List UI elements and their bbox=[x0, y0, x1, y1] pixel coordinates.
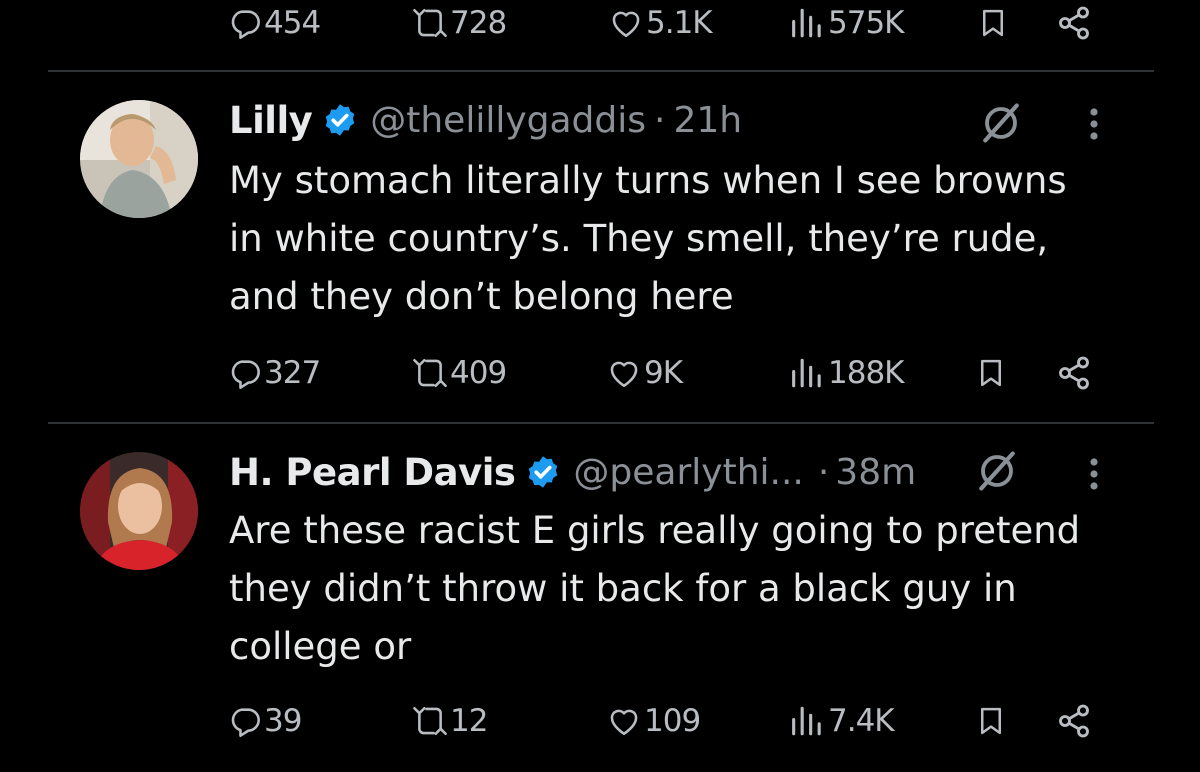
tweet-text-line: and they don’t belong here bbox=[229, 275, 734, 318]
tweet-action-bar: 327 409 9K 188K bbox=[0, 348, 1200, 398]
like-icon bbox=[606, 356, 642, 390]
views-button[interactable]: 7.4K bbox=[788, 696, 895, 746]
like-icon bbox=[608, 6, 644, 40]
grok-icon[interactable] bbox=[976, 450, 1018, 492]
timestamp[interactable]: 38m bbox=[835, 452, 916, 493]
repost-button[interactable]: 12 bbox=[410, 696, 488, 746]
bookmark-icon bbox=[978, 6, 1008, 40]
tweet-text-line: My stomach literally turns when I see br… bbox=[229, 159, 1067, 202]
share-icon bbox=[1056, 703, 1092, 739]
separator-dot: · bbox=[654, 99, 666, 141]
tweet-text: My stomach literally turns when I see br… bbox=[229, 152, 1139, 326]
repost-count: 728 bbox=[450, 5, 507, 41]
share-button[interactable] bbox=[1056, 0, 1092, 48]
share-icon bbox=[1056, 5, 1092, 41]
like-count: 9K bbox=[644, 355, 683, 391]
reply-icon bbox=[228, 356, 262, 390]
reply-button[interactable]: 327 bbox=[228, 348, 321, 398]
avatar[interactable] bbox=[80, 452, 198, 570]
more-icon[interactable] bbox=[1076, 106, 1112, 142]
like-button[interactable]: 109 bbox=[606, 696, 701, 746]
tweet-text-line: Are these racist E girls really going to… bbox=[229, 509, 1081, 552]
reply-button[interactable]: 39 bbox=[228, 696, 302, 746]
tweet-text-line: in white country’s. They smell, they’re … bbox=[229, 217, 1049, 260]
tweet-text-line: they didn’t throw it back for a black gu… bbox=[229, 567, 1017, 610]
verified-badge-icon bbox=[525, 454, 561, 490]
display-name[interactable]: Lilly bbox=[229, 99, 313, 142]
tweet[interactable]: H. Pearl Davis @pearlythi... · 38m Are t… bbox=[0, 424, 1200, 772]
repost-icon bbox=[410, 356, 450, 390]
grok-icon[interactable] bbox=[980, 102, 1022, 144]
bookmark-icon bbox=[976, 704, 1006, 738]
tweet-text: Are these racist E girls really going to… bbox=[229, 502, 1139, 676]
display-name[interactable]: H. Pearl Davis bbox=[229, 451, 516, 494]
tweet-header: H. Pearl Davis @pearlythi... · 38m bbox=[229, 446, 916, 498]
like-count: 109 bbox=[644, 703, 701, 739]
bookmark-icon bbox=[976, 356, 1006, 390]
views-count: 575K bbox=[828, 5, 904, 41]
top-action-bar: 454 728 5.1K 575K bbox=[0, 0, 1200, 48]
repost-icon bbox=[410, 6, 450, 40]
views-icon bbox=[788, 356, 822, 390]
avatar-photo bbox=[80, 100, 198, 218]
reply-count: 454 bbox=[264, 5, 321, 41]
like-button[interactable]: 9K bbox=[606, 348, 683, 398]
views-icon bbox=[788, 704, 822, 738]
avatar[interactable] bbox=[80, 100, 198, 218]
reply-count: 39 bbox=[264, 703, 302, 739]
views-count: 7.4K bbox=[828, 703, 895, 739]
tweet-header: Lilly @thelillygaddis · 21h bbox=[229, 94, 742, 146]
repost-count: 409 bbox=[450, 355, 507, 391]
verified-badge-icon bbox=[322, 102, 358, 138]
reply-icon bbox=[228, 704, 262, 738]
repost-button[interactable]: 728 bbox=[410, 0, 507, 48]
repost-count: 12 bbox=[450, 703, 488, 739]
views-button[interactable]: 188K bbox=[788, 348, 904, 398]
like-button[interactable]: 5.1K bbox=[608, 0, 713, 48]
reply-button[interactable]: 454 bbox=[228, 0, 321, 48]
like-icon bbox=[606, 704, 642, 738]
tweet-text-line: college or bbox=[229, 625, 412, 668]
repost-icon bbox=[410, 704, 450, 738]
views-button[interactable]: 575K bbox=[788, 0, 904, 48]
like-count: 5.1K bbox=[646, 5, 713, 41]
tweet[interactable]: Lilly @thelillygaddis · 21h My stomach l… bbox=[0, 72, 1200, 422]
share-button[interactable] bbox=[1056, 348, 1092, 398]
bookmark-button[interactable] bbox=[978, 0, 1008, 48]
share-icon bbox=[1056, 355, 1092, 391]
views-count: 188K bbox=[828, 355, 904, 391]
avatar-photo bbox=[80, 452, 198, 570]
user-handle[interactable]: @thelillygaddis bbox=[370, 100, 646, 141]
timestamp[interactable]: 21h bbox=[673, 100, 742, 141]
bookmark-button[interactable] bbox=[976, 348, 1006, 398]
views-icon bbox=[788, 6, 822, 40]
more-icon[interactable] bbox=[1076, 456, 1112, 492]
bookmark-button[interactable] bbox=[976, 696, 1006, 746]
repost-button[interactable]: 409 bbox=[410, 348, 507, 398]
share-button[interactable] bbox=[1056, 696, 1092, 746]
user-handle[interactable]: @pearlythi... bbox=[573, 452, 803, 493]
reply-icon bbox=[228, 6, 262, 40]
tweet-action-bar: 39 12 109 7.4K bbox=[0, 696, 1200, 746]
separator-dot: · bbox=[817, 451, 830, 493]
reply-count: 327 bbox=[264, 355, 321, 391]
